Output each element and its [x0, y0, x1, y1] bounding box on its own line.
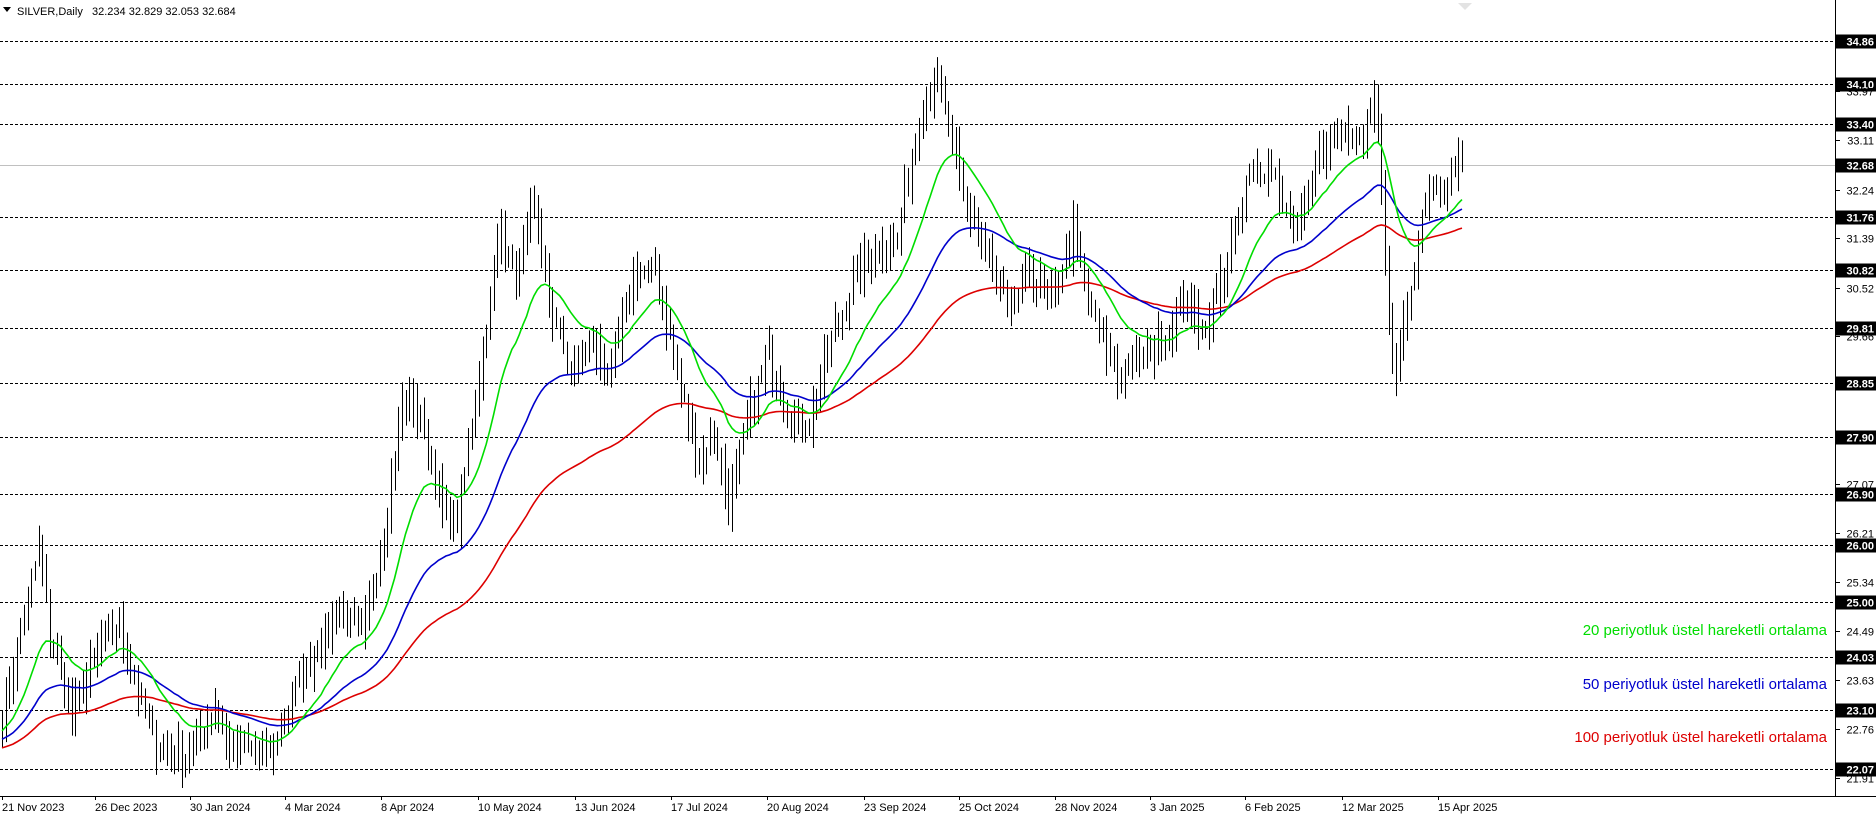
legend-ema50: 50 periyotluk üstel hareketli ortalama: [1583, 676, 1828, 693]
x-tick-label: 12 Mar 2025: [1342, 802, 1404, 814]
level-label: 30.82: [1846, 266, 1874, 278]
level-label: 33.40: [1846, 120, 1874, 132]
candlesticks: [2, 57, 1463, 789]
x-tick-label: 26 Dec 2023: [95, 802, 157, 814]
y-tick-label: 23.63: [1846, 676, 1874, 688]
price-axis: 34.8634.1033.4032.6831.7630.8229.8128.85…: [1835, 34, 1876, 786]
level-label: 31.76: [1846, 213, 1874, 225]
x-tick-label: 30 Jan 2024: [190, 802, 251, 814]
ema50-line: [1, 184, 1463, 741]
y-tick-label: 29.66: [1846, 332, 1874, 344]
level-label: 27.90: [1846, 433, 1874, 445]
y-tick-label: 31.39: [1846, 234, 1874, 246]
ohlc-values: 32.234 32.829 32.053 32.684: [92, 6, 236, 18]
x-tick-label: 28 Nov 2024: [1055, 802, 1117, 814]
level-label: 28.85: [1846, 379, 1874, 391]
level-label: 24.03: [1846, 653, 1874, 665]
symbol-label: SILVER,Daily: [17, 6, 83, 18]
level-label: 32.68: [1846, 161, 1874, 173]
x-tick-label: 13 Jun 2024: [575, 802, 636, 814]
y-tick-label: 27.07: [1846, 480, 1874, 492]
y-tick-label: 32.24: [1846, 186, 1874, 198]
window-shift-marker-icon[interactable]: [1458, 3, 1472, 10]
legend-ema100: 100 periyotluk üstel hareketli ortalama: [1574, 729, 1827, 746]
y-tick-label: 33.11: [1847, 136, 1874, 148]
x-tick-label: 17 Jul 2024: [671, 802, 728, 814]
x-tick-label: 4 Mar 2024: [285, 802, 341, 814]
horizontal-level-lines: [0, 41, 1835, 770]
x-tick-label: 21 Nov 2023: [2, 802, 64, 814]
level-label: 26.00: [1846, 541, 1874, 553]
x-tick-label: 6 Feb 2025: [1245, 802, 1301, 814]
y-tick-label: 22.76: [1846, 725, 1874, 737]
chart-header: SILVER,Daily 32.234 32.829 32.053 32.684: [3, 3, 1472, 18]
x-tick-label: 23 Sep 2024: [864, 802, 926, 814]
x-tick-label: 10 May 2024: [478, 802, 542, 814]
level-label: 23.10: [1846, 706, 1874, 718]
price-chart: 34.8634.1033.4032.6831.7630.8229.8128.85…: [0, 0, 1876, 814]
x-tick-label: 8 Apr 2024: [381, 802, 434, 814]
level-label: 25.00: [1846, 598, 1874, 610]
collapse-arrow-icon[interactable]: [3, 7, 11, 12]
time-axis: 21 Nov 2023 26 Dec 2023 30 Jan 2024 4 Mar 2…: [2, 796, 1497, 814]
y-tick-label: 21.91: [1846, 774, 1874, 786]
x-tick-label: 15 Apr 2025: [1438, 802, 1497, 814]
legend: 20 periyotluk üstel hareketli ortalama 5…: [1574, 622, 1827, 746]
legend-ema20: 20 periyotluk üstel hareketli ortalama: [1583, 622, 1828, 639]
x-tick-label: 3 Jan 2025: [1150, 802, 1204, 814]
y-tick-label: 24.49: [1846, 627, 1874, 639]
x-tick-label: 20 Aug 2024: [767, 802, 829, 814]
level-label: 34.86: [1846, 37, 1874, 49]
y-tick-label: 30.52: [1846, 284, 1874, 296]
y-tick-label: 26.21: [1846, 529, 1874, 541]
y-tick-label: 25.34: [1846, 578, 1874, 590]
x-tick-label: 25 Oct 2024: [959, 802, 1019, 814]
y-tick-label: 33.97: [1846, 87, 1874, 99]
